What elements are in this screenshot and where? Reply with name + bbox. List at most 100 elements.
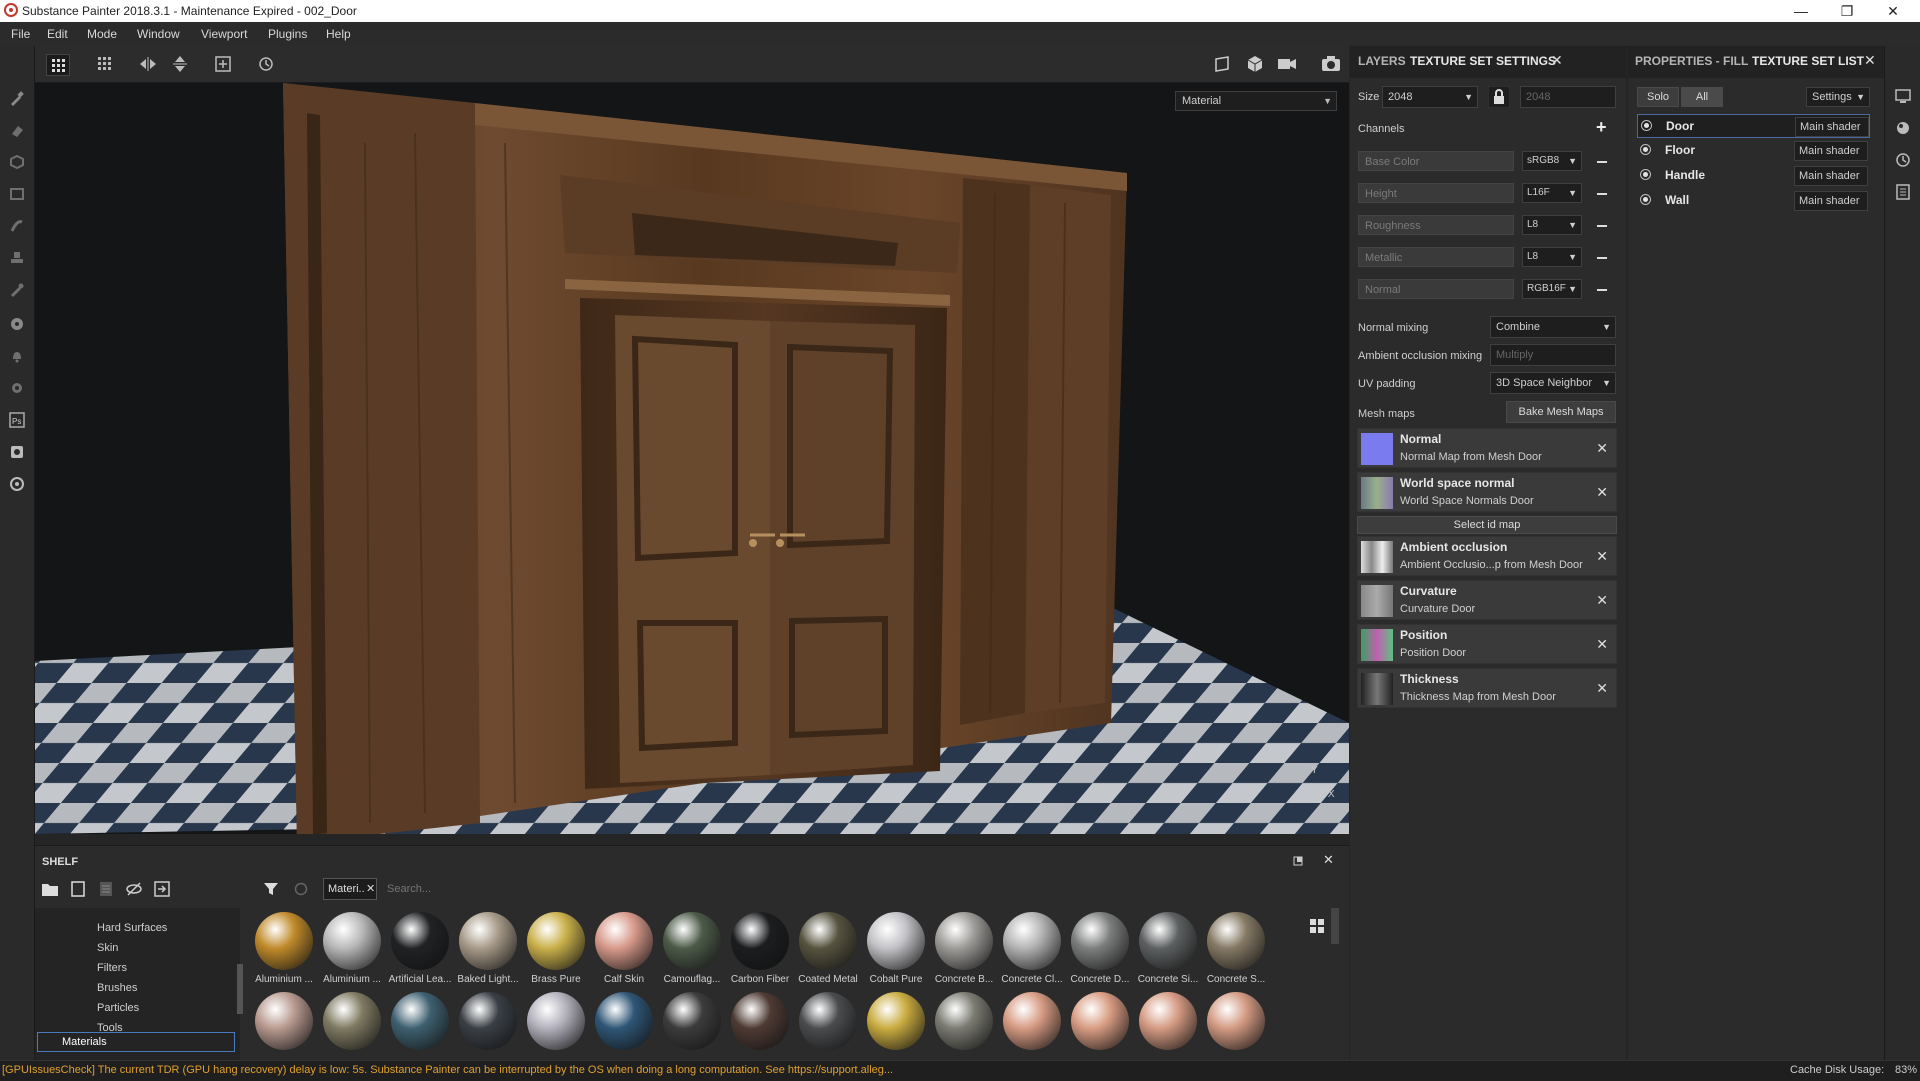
material-thumbnail[interactable] (391, 912, 449, 970)
new-shelf-icon[interactable] (69, 881, 87, 897)
channel-normal[interactable]: Normal (1358, 279, 1514, 299)
remove-channel-icon[interactable] (1597, 257, 1607, 259)
mirror-vertical-icon[interactable] (169, 54, 191, 74)
remove-channel-icon[interactable] (1597, 161, 1607, 163)
projection-icon[interactable] (9, 154, 25, 170)
close-shelf-icon[interactable]: ✕ (1323, 852, 1334, 868)
remove-channel-icon[interactable] (1597, 225, 1607, 227)
material-thumbnail[interactable] (255, 912, 313, 970)
material-thumbnail[interactable] (527, 912, 585, 970)
mesh-map-world-space-normal[interactable]: World space normal World Space Normals D… (1357, 472, 1617, 512)
material-thumbnail[interactable] (663, 992, 721, 1050)
menu-mode[interactable]: Mode (87, 27, 117, 41)
material-thumbnail[interactable] (1071, 912, 1129, 970)
mesh-map-ambient-occlusion[interactable]: Ambient occlusion Ambient Occlusio...p f… (1357, 536, 1617, 576)
eraser-icon[interactable] (9, 122, 25, 138)
categories-scrollbar[interactable] (237, 964, 243, 1014)
material-thumbnail[interactable] (731, 992, 789, 1050)
shader-select[interactable]: Main shader (1794, 191, 1868, 211)
remove-channel-icon[interactable] (1597, 289, 1607, 291)
close-panel-icon[interactable]: ✕ (1864, 52, 1876, 69)
material-thumbnail[interactable] (799, 912, 857, 970)
mesh-map-curvature[interactable]: Curvature Curvature Door ✕ (1357, 580, 1617, 620)
material-thumbnail[interactable] (323, 912, 381, 970)
menu-plugins[interactable]: Plugins (268, 27, 307, 41)
material-thumbnail[interactable] (1003, 992, 1061, 1050)
history-icon[interactable] (1895, 152, 1911, 168)
material-thumbnail[interactable] (459, 992, 517, 1050)
material-thumbnail[interactable] (663, 912, 721, 970)
close-panel-icon[interactable]: ✕ (1551, 52, 1563, 69)
material-thumbnail[interactable] (595, 992, 653, 1050)
channel-roughness-format[interactable]: L8 ▼ (1522, 215, 1582, 235)
geometry-mask-icon[interactable] (9, 186, 25, 202)
import-icon[interactable] (153, 881, 171, 897)
screenshot-icon[interactable] (9, 444, 25, 460)
material-thumbnail[interactable] (1071, 992, 1129, 1050)
channel-height[interactable]: Height (1358, 183, 1514, 203)
material-thumbnail[interactable] (799, 992, 857, 1050)
refresh-icon[interactable] (293, 881, 309, 897)
add-frame-icon[interactable] (212, 54, 234, 74)
channel-roughness[interactable]: Roughness (1358, 215, 1514, 235)
color-picker-icon[interactable] (9, 282, 25, 298)
remove-mesh-map-icon[interactable]: ✕ (1596, 636, 1608, 653)
filter-chip[interactable]: Materi.. ✕ (323, 878, 377, 900)
bake-mesh-maps-button[interactable]: Bake Mesh Maps (1506, 401, 1616, 423)
uv-padding-select[interactable]: 3D Space Neighbor ▼ (1490, 372, 1616, 394)
paint-brush-icon[interactable] (9, 90, 25, 106)
filter-icon[interactable] (263, 881, 279, 897)
material-thumbnail[interactable] (935, 992, 993, 1050)
shader-select[interactable]: Main shader (1794, 166, 1868, 186)
history-reset-icon[interactable] (255, 54, 277, 74)
material-thumbnail[interactable] (1207, 912, 1265, 970)
hide-icon[interactable] (125, 881, 143, 897)
screenshot-camera-icon[interactable] (1320, 54, 1342, 74)
settings-gear-small-icon[interactable] (9, 380, 25, 396)
remove-mesh-map-icon[interactable]: ✕ (1596, 548, 1608, 565)
material-thumbnail[interactable] (1207, 992, 1265, 1050)
remove-channel-icon[interactable] (1597, 193, 1607, 195)
bakers-icon[interactable] (9, 316, 25, 332)
material-thumbnail[interactable] (731, 912, 789, 970)
mirror-horizontal-icon[interactable] (137, 54, 159, 74)
category-materials-selected[interactable]: Materials (37, 1032, 235, 1052)
visibility-radio-icon[interactable] (1641, 120, 1652, 131)
visibility-radio-icon[interactable] (1640, 169, 1651, 180)
notifications-icon[interactable] (9, 348, 25, 364)
material-thumbnail[interactable] (935, 912, 993, 970)
photoshop-export-icon[interactable]: Ps (9, 412, 25, 428)
maximize-button[interactable]: ❐ (1824, 0, 1870, 22)
folder-icon[interactable] (41, 881, 59, 897)
tab-properties-fill[interactable]: PROPERTIES - FILL (1635, 54, 1748, 68)
2d-view-icon[interactable] (1212, 54, 1234, 74)
texture-set-floor[interactable]: Floor Main shader (1637, 139, 1870, 163)
category-particles[interactable]: Particles (97, 1002, 139, 1014)
tab-texture-set-settings[interactable]: TEXTURE SET SETTINGS (1410, 54, 1556, 68)
material-thumbnail[interactable] (1139, 992, 1197, 1050)
texture-set-wall[interactable]: Wall Main shader (1637, 189, 1870, 213)
display-settings-icon[interactable] (1895, 88, 1911, 104)
remove-mesh-map-icon[interactable]: ✕ (1596, 484, 1608, 501)
channel-metallic[interactable]: Metallic (1358, 247, 1514, 267)
grid-view-icon[interactable] (1309, 918, 1325, 934)
preferences-gear-icon[interactable] (9, 476, 25, 492)
size-select[interactable]: 2048 ▼ (1382, 86, 1478, 108)
close-window-button[interactable]: ✕ (1870, 0, 1916, 22)
material-thumbnail[interactable] (867, 992, 925, 1050)
clone-stamp-icon[interactable] (9, 250, 25, 266)
category-filters[interactable]: Filters (97, 962, 127, 974)
material-thumbnail[interactable] (527, 992, 585, 1050)
texture-set-door[interactable]: Door Main shader (1637, 114, 1870, 138)
visibility-radio-icon[interactable] (1640, 144, 1651, 155)
material-thumbnail[interactable] (459, 912, 517, 970)
solo-button[interactable]: Solo (1637, 87, 1679, 107)
category-hard-surfaces[interactable]: Hard Surfaces (97, 922, 167, 934)
select-id-map-button[interactable]: Select id map (1357, 516, 1617, 534)
material-thumbnail[interactable] (595, 912, 653, 970)
category-brushes[interactable]: Brushes (97, 982, 137, 994)
menu-viewport[interactable]: Viewport (201, 27, 247, 41)
channel-base-color-format[interactable]: sRGB8 ▼ (1522, 151, 1582, 171)
log-icon[interactable] (1895, 184, 1911, 200)
add-channel-icon[interactable]: + (1596, 117, 1607, 138)
